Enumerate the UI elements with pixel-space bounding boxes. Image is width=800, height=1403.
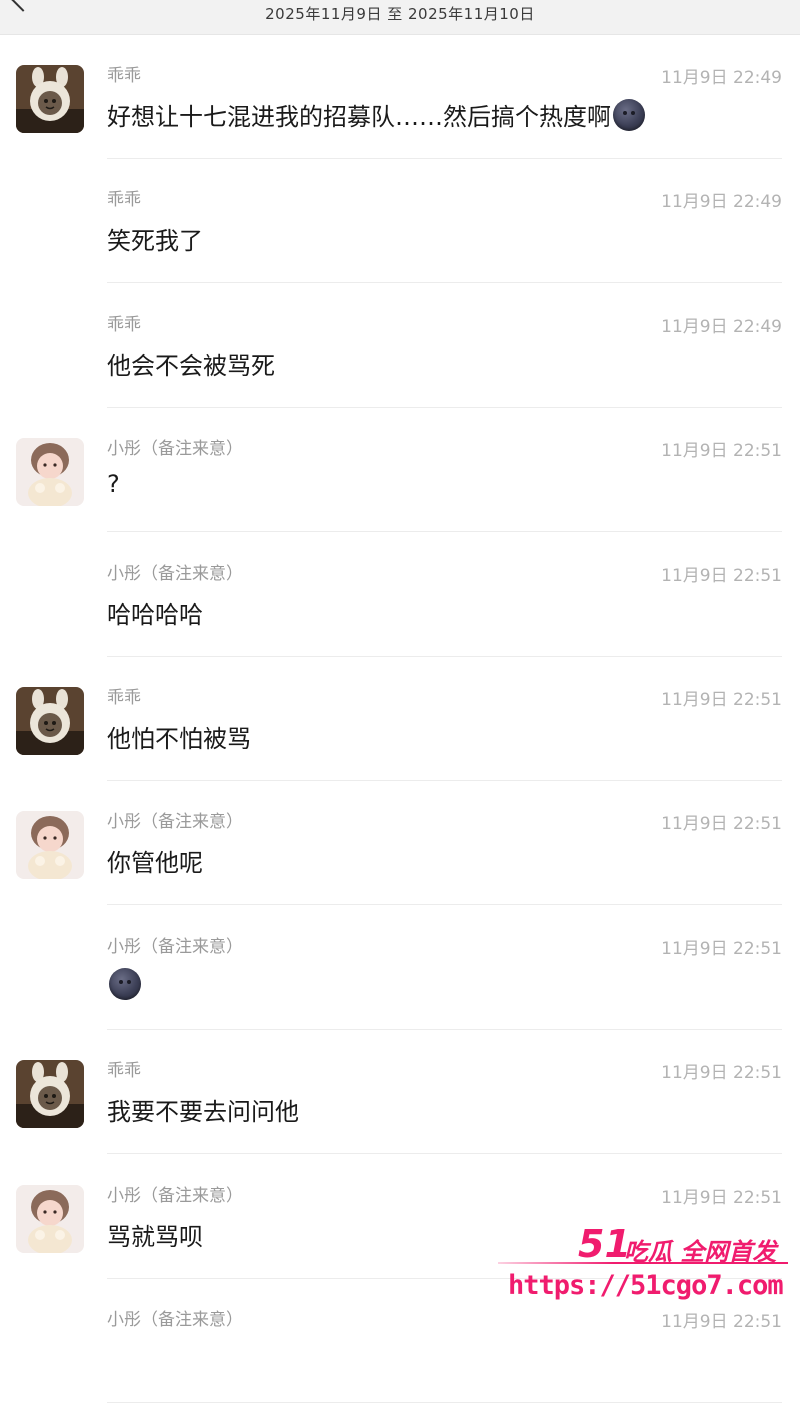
sender-name: 小彤（备注来意） xyxy=(107,563,243,584)
message-row[interactable]: 乖乖 11月9日 22:49 他会不会被骂死 xyxy=(0,284,800,408)
sender-name: 乖乖 xyxy=(107,1061,141,1082)
sender-name: 小彤（备注来意） xyxy=(107,439,243,460)
sender-name: 小彤（备注来意） xyxy=(107,936,243,957)
message-text: 他怕不怕被骂 xyxy=(107,725,251,753)
message-text: 哈哈哈哈 xyxy=(107,600,203,629)
message-time: 11月9日 22:49 xyxy=(661,316,782,337)
watermark-url: https://51cgo7.com xyxy=(508,1270,784,1301)
message-row[interactable]: 小彤（备注来意） 11月9日 22:51? xyxy=(0,408,800,533)
message-time: 11月9日 22:51 xyxy=(661,1187,782,1208)
message-row[interactable]: 乖乖 11月9日 22:49 笑死我了 xyxy=(0,159,800,284)
message-row[interactable]: 小彤（备注来意） 11月9日 22:51 你管他呢 xyxy=(0,781,800,906)
message-text: ? xyxy=(107,470,120,499)
date-range-label: 2025年11月9日 至 2025年11月10日 xyxy=(265,5,535,23)
message-content: 骂就骂呗 xyxy=(107,1217,203,1252)
watermark: 51 吃瓜 全网首发 https://51cgo7.com xyxy=(498,1222,798,1321)
message-content: 他怕不怕被骂 xyxy=(107,719,251,754)
message-content: 哈哈哈哈 xyxy=(107,595,203,630)
message-content: ? xyxy=(107,470,120,498)
avatar[interactable] xyxy=(16,687,84,755)
message-time: 11月9日 22:51 xyxy=(661,938,782,959)
message-time: 11月9日 22:51 xyxy=(661,565,782,586)
sender-name: 小彤（备注来意） xyxy=(107,1310,243,1330)
message-content: 好想让十七混进我的招募队……然后搞个热度啊 xyxy=(107,97,645,132)
top-bar: 2025年11月9日 至 2025年11月10日 xyxy=(0,0,800,35)
message-time: 11月9日 22:49 xyxy=(661,68,782,88)
message-text: 他会不会被骂死 xyxy=(107,351,275,380)
emoji-icon xyxy=(109,967,141,1000)
sender-name: 乖乖 xyxy=(107,314,141,335)
avatar[interactable] xyxy=(16,1060,84,1128)
message-row[interactable]: 乖乖 11月9日 22:49 好想让十七混进我的招募队……然后搞个热度啊 xyxy=(0,35,800,159)
avatar[interactable] xyxy=(16,438,84,506)
emoji-icon xyxy=(613,99,645,131)
watermark-brand: 51 xyxy=(578,1222,631,1266)
message-text: 你管他呢 xyxy=(107,849,203,878)
message-row[interactable]: 小彤（备注来意） 11月9日 22:51 xyxy=(0,906,800,1030)
sender-name: 乖乖 xyxy=(107,688,141,708)
message-time: 11月9日 22:49 xyxy=(661,192,782,213)
message-time: 11月9日 22:51 xyxy=(661,814,782,835)
avatar[interactable] xyxy=(16,1185,84,1253)
message-content: 笑死我了 xyxy=(107,221,203,256)
sender-name: 小彤（备注来意） xyxy=(107,1185,243,1206)
sender-name: 小彤（备注来意） xyxy=(107,812,243,833)
message-text: 我要不要去问问他 xyxy=(107,1098,299,1127)
message-row[interactable]: 乖乖 11月9日 22:51 他怕不怕被骂 xyxy=(0,657,800,781)
message-content: 你管他呢 xyxy=(107,843,203,878)
message-row[interactable]: 小彤（备注来意） 11月9日 22:51 哈哈哈哈 xyxy=(0,533,800,657)
sender-name: 乖乖 xyxy=(107,190,141,211)
message-row[interactable]: 乖乖 11月9日 22:51 我要不要去问问他 xyxy=(0,1030,800,1155)
message-content xyxy=(107,967,141,1000)
message-text: 好想让十七混进我的招募队……然后搞个热度啊 xyxy=(107,103,611,131)
avatar[interactable] xyxy=(16,65,84,133)
sender-name: 乖乖 xyxy=(107,66,141,86)
message-content: 他会不会被骂死 xyxy=(107,346,275,381)
watermark-divider xyxy=(498,1262,788,1264)
message-time: 11月9日 22:51 xyxy=(661,441,782,462)
message-time: 11月9日 22:51 xyxy=(661,1063,782,1084)
message-content: 我要不要去问问他 xyxy=(107,1092,299,1127)
message-text: 骂就骂呗 xyxy=(107,1222,203,1251)
avatar[interactable] xyxy=(16,811,84,879)
message-time: 11月9日 22:51 xyxy=(661,690,782,710)
message-text: 笑死我了 xyxy=(107,227,203,256)
